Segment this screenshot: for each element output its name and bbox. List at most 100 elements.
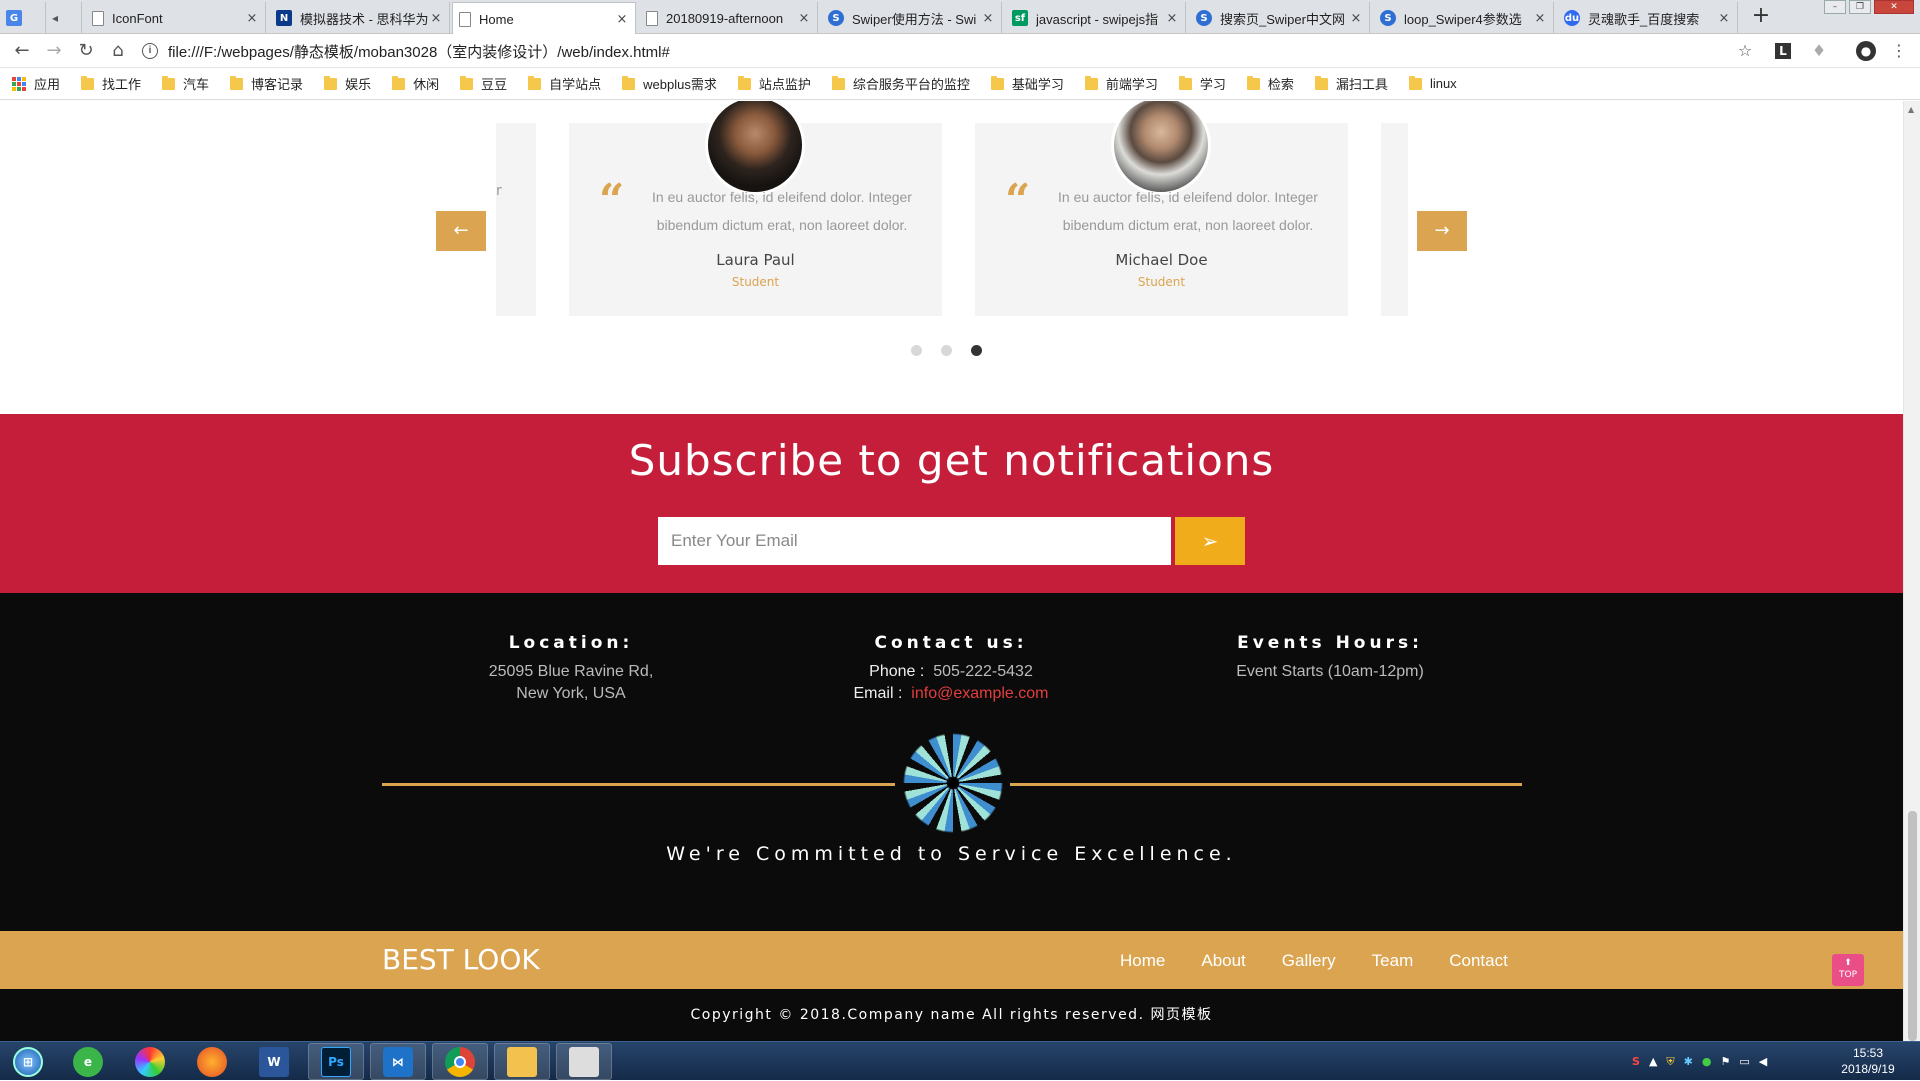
testimonial-card: “ In eu auctor felis, id eleifend dolor.… bbox=[569, 101, 942, 316]
extension-icon[interactable]: L bbox=[1775, 43, 1791, 59]
pagination-dot[interactable] bbox=[911, 345, 922, 356]
mute-tab-button[interactable]: ◂ bbox=[46, 2, 82, 34]
close-tab-icon[interactable]: × bbox=[797, 11, 811, 26]
bookmark-folder[interactable]: linux bbox=[1408, 75, 1457, 91]
taskbar-app-vscode[interactable]: ⋈ bbox=[370, 1043, 426, 1080]
sogou-ime-icon[interactable]: S bbox=[1632, 1055, 1640, 1068]
pagination-dot[interactable] bbox=[941, 345, 952, 356]
system-clock[interactable]: 15:53 2018/9/19 bbox=[1826, 1045, 1910, 1077]
pagination-dot-active[interactable] bbox=[971, 345, 982, 356]
tab-swiper-usage[interactable]: S Swiper使用方法 - Swi × bbox=[822, 2, 1002, 34]
close-tab-icon[interactable]: × bbox=[1717, 11, 1731, 26]
tab-swipejs[interactable]: sf javascript - swipejs指 × bbox=[1006, 2, 1186, 34]
nav-link-about[interactable]: About bbox=[1201, 951, 1245, 971]
bookmark-folder[interactable]: 检索 bbox=[1246, 74, 1294, 93]
send-button[interactable]: ➢ bbox=[1175, 517, 1245, 565]
close-tab-icon[interactable]: × bbox=[615, 12, 629, 27]
tab-swiper-loop[interactable]: S loop_Swiper4参数选 × bbox=[1374, 2, 1554, 34]
new-tab-button[interactable]: + bbox=[1748, 5, 1774, 29]
minimize-icon[interactable]: – bbox=[1824, 0, 1846, 14]
url-text[interactable]: file:///F:/webpages/静态模板/moban3028（室内装修设… bbox=[168, 41, 670, 62]
brand-logo[interactable]: BEST LOOK bbox=[382, 943, 540, 976]
subscribe-section: Subscribe to get notifications Enter You… bbox=[0, 414, 1903, 593]
restore-icon[interactable]: ❐ bbox=[1849, 0, 1871, 14]
taskbar-app-word[interactable]: W bbox=[246, 1043, 302, 1080]
slider-prev-button[interactable]: ← bbox=[436, 211, 486, 251]
bookmark-folder[interactable]: 豆豆 bbox=[460, 74, 507, 93]
close-tab-icon[interactable]: × bbox=[429, 11, 443, 26]
bookmark-folder[interactable]: 娱乐 bbox=[324, 74, 371, 93]
taskbar-app-firefox[interactable] bbox=[184, 1043, 240, 1080]
tab-swiper-search[interactable]: S 搜索页_Swiper中文网 × bbox=[1190, 2, 1370, 34]
address-line: 25095 Blue Ravine Rd, bbox=[488, 663, 654, 680]
bookmark-apps[interactable]: 应用 bbox=[12, 74, 60, 93]
show-hidden-icons[interactable]: ▲ bbox=[1649, 1055, 1657, 1068]
email-input[interactable]: Enter Your Email bbox=[658, 517, 1171, 565]
start-button[interactable]: ⊞ bbox=[0, 1043, 56, 1080]
back-arrow-icon[interactable]: ← bbox=[10, 39, 34, 63]
forward-arrow-icon[interactable]: → bbox=[42, 39, 66, 63]
taskbar-app-color[interactable] bbox=[122, 1043, 178, 1080]
bookmark-folder[interactable]: 自学站点 bbox=[528, 74, 601, 93]
info-icon[interactable]: i bbox=[142, 43, 158, 59]
bookmark-folder[interactable]: webplus需求 bbox=[622, 74, 717, 93]
tab-iconfont[interactable]: IconFont × bbox=[86, 2, 266, 34]
close-tab-icon[interactable]: × bbox=[1349, 11, 1363, 26]
taskbar-app-image[interactable] bbox=[556, 1043, 612, 1080]
close-tab-icon[interactable]: × bbox=[245, 11, 259, 26]
nav-link-gallery[interactable]: Gallery bbox=[1282, 951, 1336, 971]
back-to-top-button[interactable]: ⬆ TOP bbox=[1832, 954, 1864, 986]
taskbar-app-360[interactable]: e bbox=[60, 1043, 116, 1080]
divider-line-left bbox=[382, 783, 895, 786]
quote-icon: “ bbox=[1005, 175, 1031, 226]
bookmark-folder[interactable]: 站点监护 bbox=[737, 74, 811, 93]
tab-home[interactable]: Home × bbox=[452, 2, 636, 35]
email-link[interactable]: info@example.com bbox=[911, 685, 1048, 702]
flag-icon[interactable]: ⚑ bbox=[1720, 1055, 1730, 1068]
address-bar[interactable]: i file:///F:/webpages/静态模板/moban3028（室内装… bbox=[142, 37, 1732, 65]
taskbar-app-chrome[interactable] bbox=[432, 1043, 488, 1080]
nav-link-home[interactable]: Home bbox=[1120, 951, 1165, 971]
bookmark-folder[interactable]: 博客记录 bbox=[230, 74, 303, 93]
nav-link-team[interactable]: Team bbox=[1372, 951, 1414, 971]
taskbar-app-explorer[interactable] bbox=[494, 1043, 550, 1080]
nav-link-contact[interactable]: Contact bbox=[1449, 951, 1508, 971]
taskbar-app-photoshop[interactable]: Ps bbox=[308, 1043, 364, 1080]
slider-next-button[interactable]: → bbox=[1417, 211, 1467, 251]
network-icon[interactable]: ▭ bbox=[1739, 1055, 1749, 1068]
volume-icon[interactable]: ◀ bbox=[1759, 1055, 1767, 1068]
tab-afternoon[interactable]: 20180919-afternoon × bbox=[640, 2, 818, 34]
wechat-icon[interactable]: ● bbox=[1702, 1055, 1712, 1068]
extension-pin-icon[interactable]: ♦ bbox=[1808, 40, 1830, 62]
bookmark-folder[interactable]: 学习 bbox=[1178, 74, 1226, 93]
profile-avatar[interactable]: ● bbox=[1856, 41, 1876, 61]
close-tab-icon[interactable]: × bbox=[981, 11, 995, 26]
scroll-up-icon[interactable]: ▲ bbox=[1908, 105, 1914, 114]
scrollbar-thumb[interactable] bbox=[1908, 811, 1917, 1041]
reload-icon[interactable]: ↻ bbox=[74, 39, 98, 63]
bookmark-folder[interactable]: 汽车 bbox=[162, 74, 209, 93]
clock-time: 15:53 bbox=[1852, 1046, 1884, 1060]
subscribe-title: Subscribe to get notifications bbox=[628, 436, 1275, 485]
folder-icon bbox=[528, 75, 542, 90]
home-icon[interactable]: ⌂ bbox=[106, 39, 130, 63]
bookmark-star-icon[interactable]: ☆ bbox=[1734, 40, 1756, 62]
bluetooth-icon[interactable]: ✱ bbox=[1684, 1055, 1693, 1068]
quote-icon: “ bbox=[599, 175, 625, 226]
bookmark-folder[interactable]: 漏扫工具 bbox=[1314, 74, 1388, 93]
shield-icon[interactable]: ⛨ bbox=[1666, 1055, 1674, 1069]
close-tab-icon[interactable]: × bbox=[1533, 11, 1547, 26]
close-window-icon[interactable]: ✕ bbox=[1874, 0, 1914, 14]
bookmark-folder[interactable]: 前端学习 bbox=[1084, 74, 1158, 93]
bookmark-folder[interactable]: 综合服务平台的监控 bbox=[831, 74, 970, 93]
translate-extension-icon[interactable]: G bbox=[0, 2, 46, 34]
bookmark-folder[interactable]: 基础学习 bbox=[990, 74, 1064, 93]
page-scrollbar[interactable]: ▲ bbox=[1903, 101, 1920, 1041]
tab-baidu-search[interactable]: du 灵魂歌手_百度搜索 × bbox=[1558, 2, 1738, 34]
page-viewport[interactable]: r “ In eu auctor felis, id eleifend dolo… bbox=[0, 101, 1920, 1041]
bookmark-folder[interactable]: 找工作 bbox=[81, 74, 141, 93]
menu-kebab-icon[interactable]: ⋮ bbox=[1888, 40, 1910, 62]
tab-simulator[interactable]: N 模拟器技术 - 思科华为 × bbox=[270, 2, 450, 34]
close-tab-icon[interactable]: × bbox=[1165, 11, 1179, 26]
bookmark-folder[interactable]: 休闲 bbox=[392, 74, 439, 93]
